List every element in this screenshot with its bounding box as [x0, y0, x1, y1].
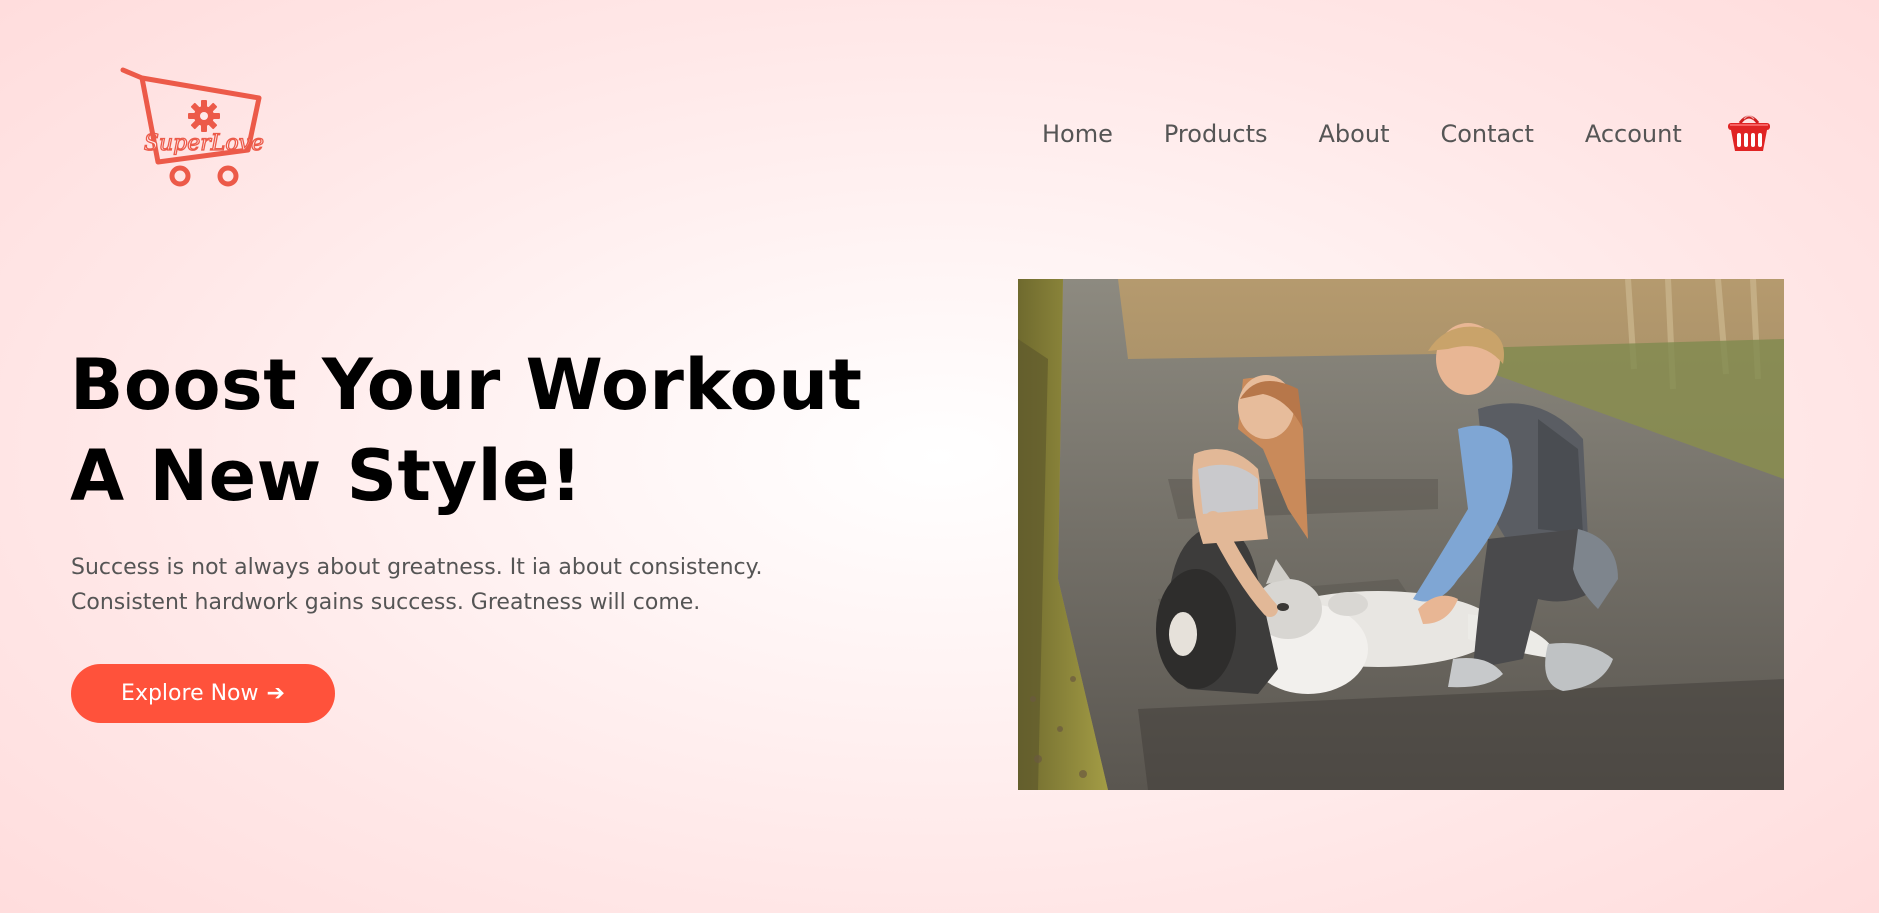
basket-icon[interactable] [1726, 109, 1772, 155]
logo-text: SuperLove [144, 131, 264, 156]
nav-contact[interactable]: Contact [1440, 116, 1533, 152]
hero-image [1018, 279, 1784, 790]
arrow-right-icon: ➔ [266, 681, 285, 706]
brand-logo[interactable]: SuperLove [118, 64, 264, 192]
nav-products[interactable]: Products [1164, 116, 1268, 152]
explore-now-button[interactable]: Explore Now ➔ [71, 664, 335, 723]
hero-text-line1: Success is not always about greatness. I… [71, 555, 763, 580]
nav-home[interactable]: Home [1042, 116, 1113, 152]
main-nav: Home Products About Contact Account [1042, 113, 1772, 155]
hero-title-line2: A New Style! [70, 435, 583, 517]
nav-about[interactable]: About [1319, 116, 1390, 152]
hero-title: Boost Your Workout A New Style! [70, 340, 863, 522]
hero-text-line2: Consistent hardwork gains success. Great… [71, 590, 701, 615]
hero-description: Success is not always about greatness. I… [71, 550, 871, 620]
nav-account[interactable]: Account [1585, 116, 1682, 152]
hero-title-line1: Boost Your Workout [70, 344, 863, 426]
explore-now-label: Explore Now [121, 681, 259, 706]
svg-text:SuperLove: SuperLove [144, 131, 264, 156]
